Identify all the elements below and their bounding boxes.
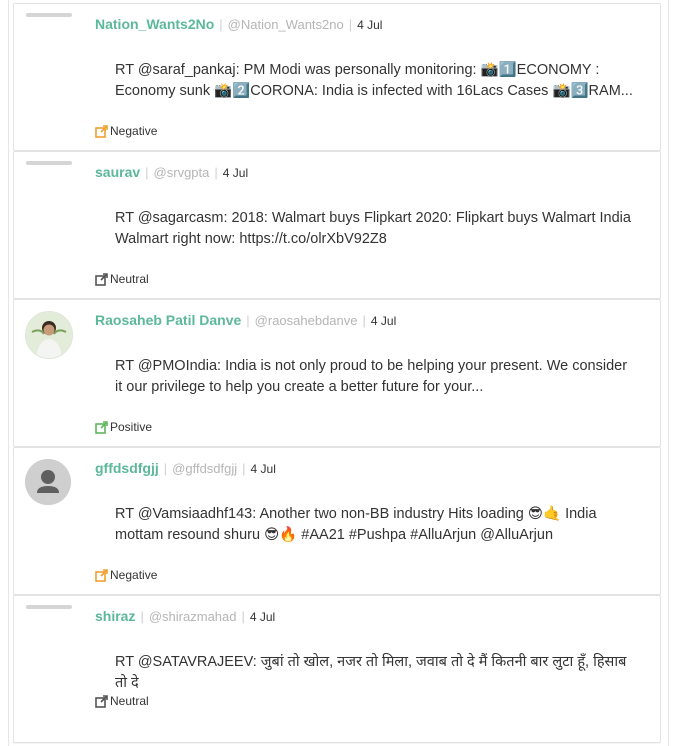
tweet-header: Raosaheb Patil Danve | @raosahebdanve | 4 Ju…	[95, 312, 397, 328]
sentiment-text: Positive	[110, 420, 153, 434]
sentiment-text: Negative	[110, 124, 158, 138]
sentiment-label[interactable]: Positive	[95, 420, 152, 434]
tweet-header: gffdsdfgjj | @gffdsdfgjj | 4 Jul	[95, 460, 276, 476]
sentiment-label[interactable]: Neutral	[95, 694, 149, 708]
user-handle[interactable]: @Nation_Wants2no	[228, 17, 344, 32]
user-handle[interactable]: @gffdsdfgjj	[172, 461, 237, 476]
sentiment-text: Neutral	[110, 272, 149, 286]
tweet-date: 4 Jul	[370, 314, 397, 328]
sentiment-text: Neutral	[110, 694, 149, 708]
avatar-placeholder	[26, 161, 72, 165]
tweet-header: shiraz | @shirazmahad | 4 Jul	[95, 608, 276, 624]
tweet-header: saurav | @srvgpta | 4 Jul	[95, 164, 249, 180]
tweet-date: 4 Jul	[222, 166, 249, 180]
external-link-icon	[95, 124, 108, 138]
tweet-card: gffdsdfgjj | @gffdsdfgjj | 4 Jul RT @Vamsiaa…	[13, 447, 661, 595]
user-name[interactable]: gffdsdfgjj	[95, 460, 159, 476]
tweet-date: 4 Jul	[357, 18, 383, 32]
user-handle[interactable]: @srvgpta	[154, 165, 210, 180]
tweet-date: 4 Jul	[249, 610, 276, 624]
avatar[interactable]	[25, 311, 73, 359]
sentiment-label[interactable]: Neutral	[95, 272, 149, 286]
user-name[interactable]: Nation_Wants2No	[95, 16, 214, 32]
tweet-text: RT @sagarcasm: 2018: Walmart buys Flipka…	[115, 210, 631, 247]
user-handle[interactable]: @shirazmahad	[149, 609, 237, 624]
tweet-date: 4 Jul	[250, 462, 276, 476]
tweet-text: RT @saraf_pankaj: PM Modi was personally…	[115, 62, 633, 99]
tweet-card: Nation_Wants2No | @Nation_Wants2no | 4 Jul R…	[13, 3, 661, 151]
tweet-header: Nation_Wants2No | @Nation_Wants2no | 4 Jul	[95, 16, 383, 32]
tweet-card: saurav | @srvgpta | 4 Jul RT @sagarcasm: 201…	[13, 151, 661, 299]
external-link-icon	[95, 272, 108, 286]
user-name[interactable]: shiraz	[95, 608, 135, 624]
tweet-text: RT @PMOIndia: India is not only proud to…	[115, 358, 628, 395]
sentiment-text: Negative	[110, 568, 158, 582]
default-user-icon	[25, 459, 71, 505]
tweet-text: RT @Vamsiaadhf143: Another two non-BB in…	[115, 506, 597, 543]
avatar-placeholder	[26, 13, 72, 17]
left-border	[8, 0, 9, 746]
external-link-icon	[95, 694, 108, 708]
external-link-icon	[95, 568, 108, 582]
sentiment-label[interactable]: Negative	[95, 568, 157, 582]
sentiment-label[interactable]: Negative	[95, 124, 157, 138]
tweet-card: Raosaheb Patil Danve | @raosahebdanve | 4 Ju…	[13, 299, 661, 447]
user-photo-icon	[26, 312, 72, 358]
right-border	[668, 0, 669, 746]
next-card-edge	[13, 742, 659, 743]
user-name[interactable]: saurav	[95, 164, 140, 180]
tweet-text: RT @SATAVRAJEEV: जुबां तो खोल, नजर तो मि…	[115, 654, 627, 691]
user-handle[interactable]: @raosahebdanve	[255, 313, 358, 328]
user-name[interactable]: Raosaheb Patil Danve	[95, 312, 241, 328]
avatar-placeholder	[26, 605, 72, 609]
external-link-icon	[95, 420, 108, 434]
avatar[interactable]	[25, 459, 71, 505]
tweet-card: shiraz | @shirazmahad | 4 Jul RT @SATAVRAJEE…	[13, 595, 661, 743]
